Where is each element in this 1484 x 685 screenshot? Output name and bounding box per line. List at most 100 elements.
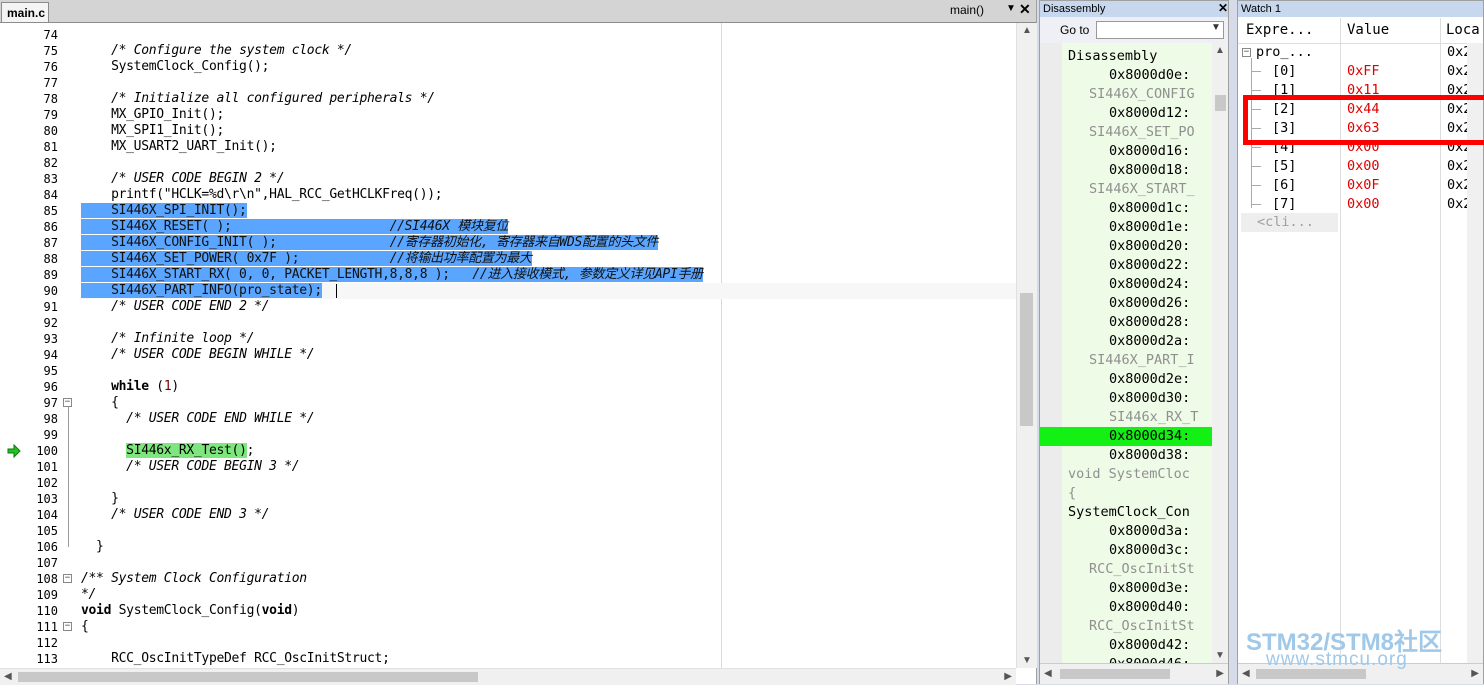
line-number[interactable]: 112 (0, 635, 58, 651)
disassembly-line[interactable]: 0x8000d28: (1040, 313, 1212, 332)
disassembly-horizontal-scrollbar[interactable]: ◀ ▶ (1040, 663, 1228, 684)
column-location[interactable]: Loca (1446, 18, 1480, 43)
line-number[interactable]: 75 (0, 43, 58, 59)
line-number[interactable]: 106 (0, 539, 58, 555)
line-number[interactable]: 90 (0, 283, 58, 299)
disassembly-line[interactable]: SI446x_RX_T (1040, 408, 1212, 427)
disassembly-line[interactable]: 0x8000d3a: (1040, 522, 1212, 541)
chevron-down-icon[interactable]: ▼ (1215, 650, 1225, 661)
line-number[interactable]: 79 (0, 107, 58, 123)
line-number[interactable]: 77 (0, 75, 58, 91)
disassembly-line[interactable]: 0x8000d12: (1040, 104, 1212, 123)
line-number[interactable]: 104 (0, 507, 58, 523)
disassembly-line[interactable]: 0x8000d30: (1040, 389, 1212, 408)
disassembly-listing[interactable]: Disassembly 0x8000d0e: SI446X_CONFIG 0x8000… (1040, 43, 1212, 663)
disassembly-line[interactable]: SI446X_CONFIG (1040, 85, 1212, 104)
scrollbar-thumb[interactable] (1020, 293, 1033, 426)
line-number[interactable]: 110 (0, 603, 58, 619)
disassembly-current-line[interactable]: 0x8000d34: (1040, 427, 1212, 446)
line-number[interactable]: 105 (0, 523, 58, 539)
line-number[interactable]: 84 (0, 187, 58, 203)
disassembly-vertical-scrollbar[interactable]: ▲ ▼ (1212, 43, 1228, 663)
collapse-icon[interactable]: − (63, 622, 72, 631)
line-number[interactable]: 98 (0, 411, 58, 427)
line-number[interactable]: 97 (0, 395, 58, 411)
line-number[interactable]: 92 (0, 315, 58, 331)
disassembly-line[interactable]: SI446X_START_ (1040, 180, 1212, 199)
disassembly-line[interactable]: 0x8000d22: (1040, 256, 1212, 275)
chevron-right-icon[interactable]: ▶ (1004, 671, 1012, 682)
line-number[interactable]: 113 (0, 651, 58, 667)
scrollbar-thumb[interactable] (1215, 95, 1226, 111)
disassembly-line[interactable]: RCC_OscInitSt (1040, 560, 1212, 579)
disassembly-line[interactable]: 0x8000d2e: (1040, 370, 1212, 389)
line-number[interactable]: 109 (0, 587, 58, 603)
disassembly-line[interactable]: SI446X_SET_PO (1040, 123, 1212, 142)
disassembly-line[interactable]: 0x8000d1c: (1040, 199, 1212, 218)
disassembly-line[interactable]: 0x8000d46: (1040, 655, 1212, 663)
disassembly-line[interactable]: 0x8000d26: (1040, 294, 1212, 313)
disassembly-line[interactable]: 0x8000d18: (1040, 161, 1212, 180)
watch-row[interactable]: [5] 0x00 0x2 (1238, 157, 1483, 176)
line-number[interactable]: 108 (0, 571, 58, 587)
editor-horizontal-scrollbar[interactable]: ◀ ▶ (0, 668, 1016, 685)
line-number[interactable]: 89 (0, 267, 58, 283)
line-number[interactable]: 101 (0, 459, 58, 475)
close-icon[interactable]: ✕ (1019, 1, 1031, 18)
watch-row[interactable]: [7] 0x00 0x2 (1238, 195, 1483, 214)
chevron-up-icon[interactable]: ▲ (1022, 25, 1032, 36)
disassembly-line[interactable]: 0x8000d1e: (1040, 218, 1212, 237)
line-number[interactable]: 95 (0, 363, 58, 379)
line-number[interactable]: 86 (0, 219, 58, 235)
chevron-left-icon[interactable]: ◀ (4, 671, 12, 682)
line-number[interactable]: 91 (0, 299, 58, 315)
line-number[interactable]: 102 (0, 475, 58, 491)
line-number[interactable]: 80 (0, 123, 58, 139)
line-number[interactable]: 81 (0, 139, 58, 155)
line-number[interactable]: 93 (0, 331, 58, 347)
chevron-right-icon[interactable]: ▶ (1216, 668, 1224, 679)
column-value[interactable]: Value (1347, 18, 1389, 43)
disassembly-line[interactable]: 0x8000d2a: (1040, 332, 1212, 351)
close-icon[interactable]: ✕ (1218, 1, 1228, 15)
editor-vertical-scrollbar[interactable]: ▲ ▼ (1016, 23, 1037, 668)
line-number[interactable]: 83 (0, 171, 58, 187)
line-number[interactable]: 78 (0, 91, 58, 107)
line-number[interactable]: 107 (0, 555, 58, 571)
line-number[interactable]: 74 (0, 27, 58, 43)
line-number[interactable]: 94 (0, 347, 58, 363)
disassembly-line[interactable]: 0x8000d16: (1040, 142, 1212, 161)
disassembly-line[interactable]: 0x8000d38: (1040, 446, 1212, 465)
chevron-down-icon[interactable]: ▼ (1022, 655, 1032, 666)
disassembly-line[interactable]: 0x8000d40: (1040, 598, 1212, 617)
disassembly-line[interactable]: RCC_OscInitSt (1040, 617, 1212, 636)
chevron-up-icon[interactable]: ▲ (1215, 45, 1225, 56)
scrollbar-thumb[interactable] (18, 672, 478, 682)
line-number[interactable]: 85 (0, 203, 58, 219)
line-number[interactable]: 99 (0, 427, 58, 443)
disassembly-line[interactable]: { (1040, 484, 1212, 503)
line-number[interactable]: 111 (0, 619, 58, 635)
disassembly-line[interactable]: Disassembly (1040, 47, 1212, 66)
function-selector[interactable]: main() (950, 3, 984, 17)
disassembly-line[interactable]: SystemClock_Con (1040, 503, 1212, 522)
watch-row-root[interactable]: − pro_... 0x2 (1238, 43, 1483, 62)
line-number[interactable]: 88 (0, 251, 58, 267)
goto-input[interactable] (1096, 21, 1224, 39)
collapse-icon[interactable]: − (63, 398, 72, 407)
collapse-icon[interactable]: − (1242, 48, 1251, 57)
disassembly-line[interactable]: 0x8000d20: (1040, 237, 1212, 256)
file-tab-main-c[interactable]: main.c (1, 2, 49, 22)
chevron-left-icon[interactable]: ◀ (1044, 668, 1052, 679)
watch-row[interactable]: [0] 0xFF 0x2 (1238, 62, 1483, 81)
line-number[interactable]: 82 (0, 155, 58, 171)
collapse-icon[interactable]: − (63, 574, 72, 583)
line-number[interactable]: 76 (0, 59, 58, 75)
disassembly-line[interactable]: 0x8000d42: (1040, 636, 1212, 655)
column-expression[interactable]: Expre... (1246, 18, 1313, 43)
click-to-add-row[interactable]: <cli... (1241, 213, 1338, 232)
disassembly-line[interactable]: 0x8000d3e: (1040, 579, 1212, 598)
line-number[interactable]: 87 (0, 235, 58, 251)
line-number[interactable]: 100 (0, 443, 58, 459)
disassembly-line[interactable]: 0x8000d0e: (1040, 66, 1212, 85)
